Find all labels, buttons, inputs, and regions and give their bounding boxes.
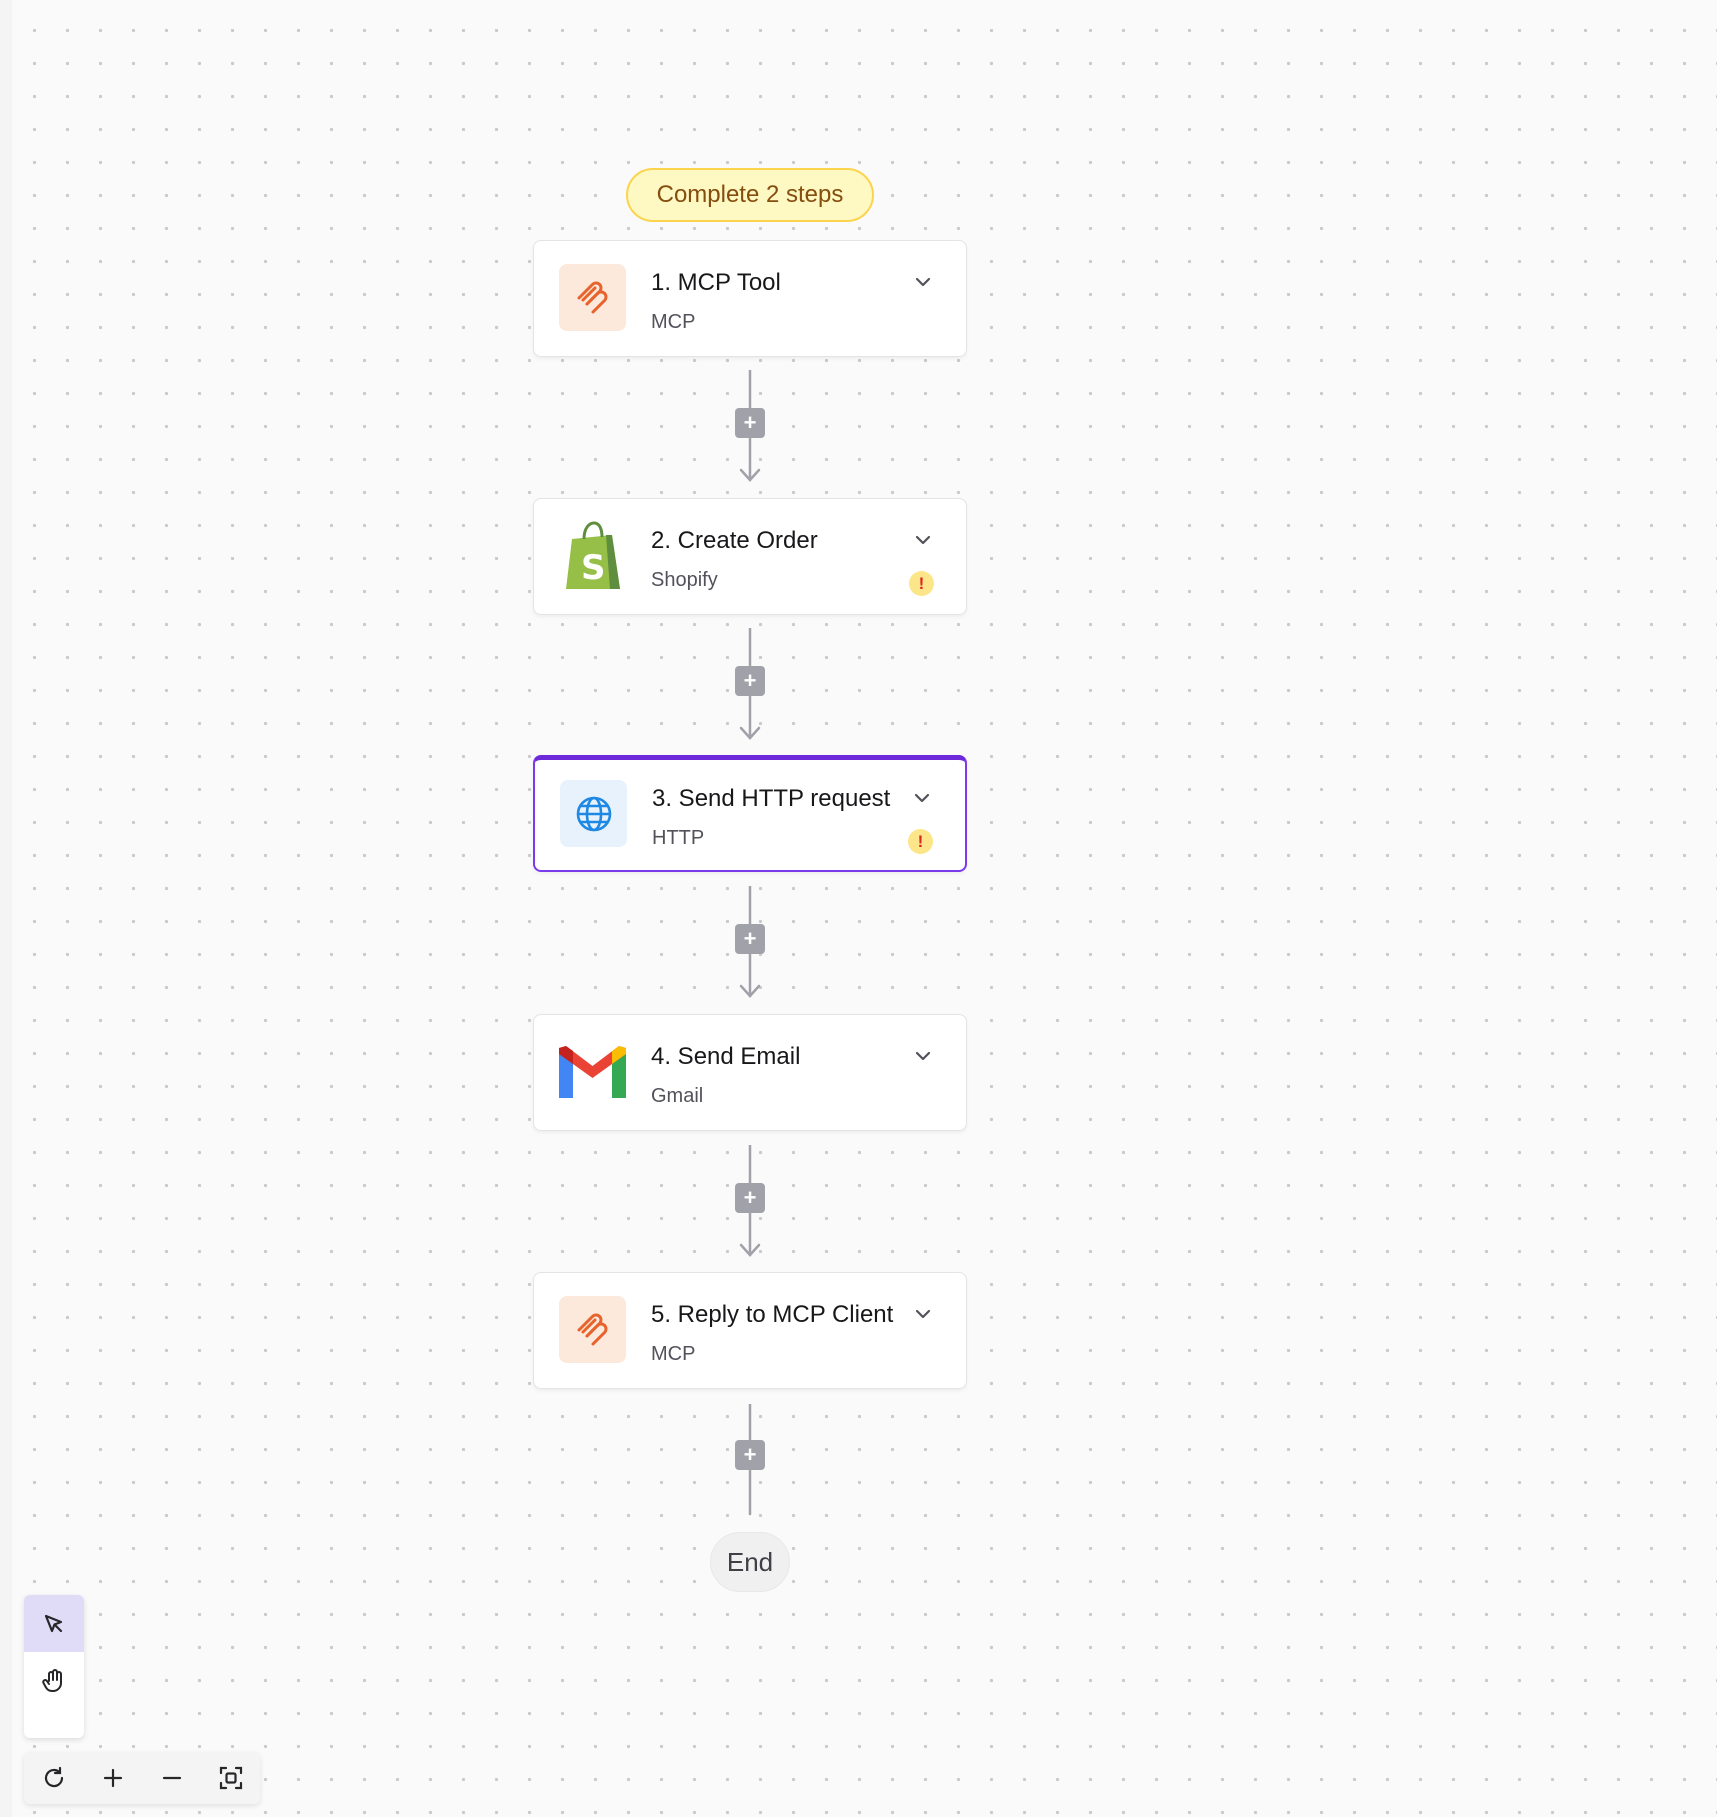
step-card-reply-to-mcp-client[interactable]: 5. Reply to MCP Client MCP [533, 1272, 967, 1389]
zoom-controls [24, 1752, 260, 1804]
step-card-send-email[interactable]: 4. Send Email Gmail [533, 1014, 967, 1131]
step-title: 2. Create Order [651, 527, 818, 554]
step-app-name: MCP [651, 311, 696, 333]
svg-text:S: S [581, 548, 606, 588]
canvas-tool-panel [24, 1595, 84, 1738]
chevron-down-icon[interactable] [911, 787, 933, 809]
chevron-down-icon[interactable] [912, 1045, 934, 1067]
step-card-create-order[interactable]: S 2. Create Order Shopify ! [533, 498, 967, 615]
canvas-left-edge [0, 0, 12, 1817]
step-app-name: MCP [651, 1343, 696, 1365]
add-step-button[interactable]: + [735, 924, 765, 954]
mcp-icon [559, 264, 626, 331]
select-pointer-icon[interactable] [24, 1595, 84, 1652]
zoom-out-icon[interactable] [147, 1753, 197, 1803]
reset-icon[interactable] [29, 1753, 79, 1803]
chevron-down-icon[interactable] [912, 1303, 934, 1325]
warning-icon[interactable]: ! [908, 829, 933, 854]
end-node: End [710, 1532, 790, 1592]
warning-icon[interactable]: ! [909, 571, 934, 596]
gmail-icon [559, 1038, 626, 1105]
complete-steps-banner[interactable]: Complete 2 steps [626, 168, 874, 222]
globe-icon [560, 780, 627, 847]
step-title: 4. Send Email [651, 1043, 801, 1070]
fit-view-icon[interactable] [206, 1753, 256, 1803]
step-card-mcp-tool[interactable]: 1. MCP Tool MCP [533, 240, 967, 357]
step-title: 3. Send HTTP request [652, 785, 891, 812]
zoom-in-icon[interactable] [88, 1753, 138, 1803]
step-app-name: Gmail [651, 1085, 704, 1107]
chevron-down-icon[interactable] [912, 271, 934, 293]
add-step-button[interactable]: + [735, 1183, 765, 1213]
chevron-down-icon[interactable] [912, 529, 934, 551]
step-app-name: HTTP [652, 827, 705, 849]
add-step-button[interactable]: + [735, 408, 765, 438]
mcp-icon [559, 1296, 626, 1363]
step-app-name: Shopify [651, 569, 718, 591]
step-title: 5. Reply to MCP Client [651, 1301, 894, 1328]
step-title: 1. MCP Tool [651, 269, 781, 296]
add-step-button[interactable]: + [735, 1440, 765, 1470]
shopify-icon: S [559, 520, 626, 589]
hand-pan-icon[interactable] [24, 1652, 84, 1709]
add-step-button[interactable]: + [735, 666, 765, 696]
step-card-send-http-request[interactable]: 3. Send HTTP request HTTP ! [533, 755, 967, 872]
